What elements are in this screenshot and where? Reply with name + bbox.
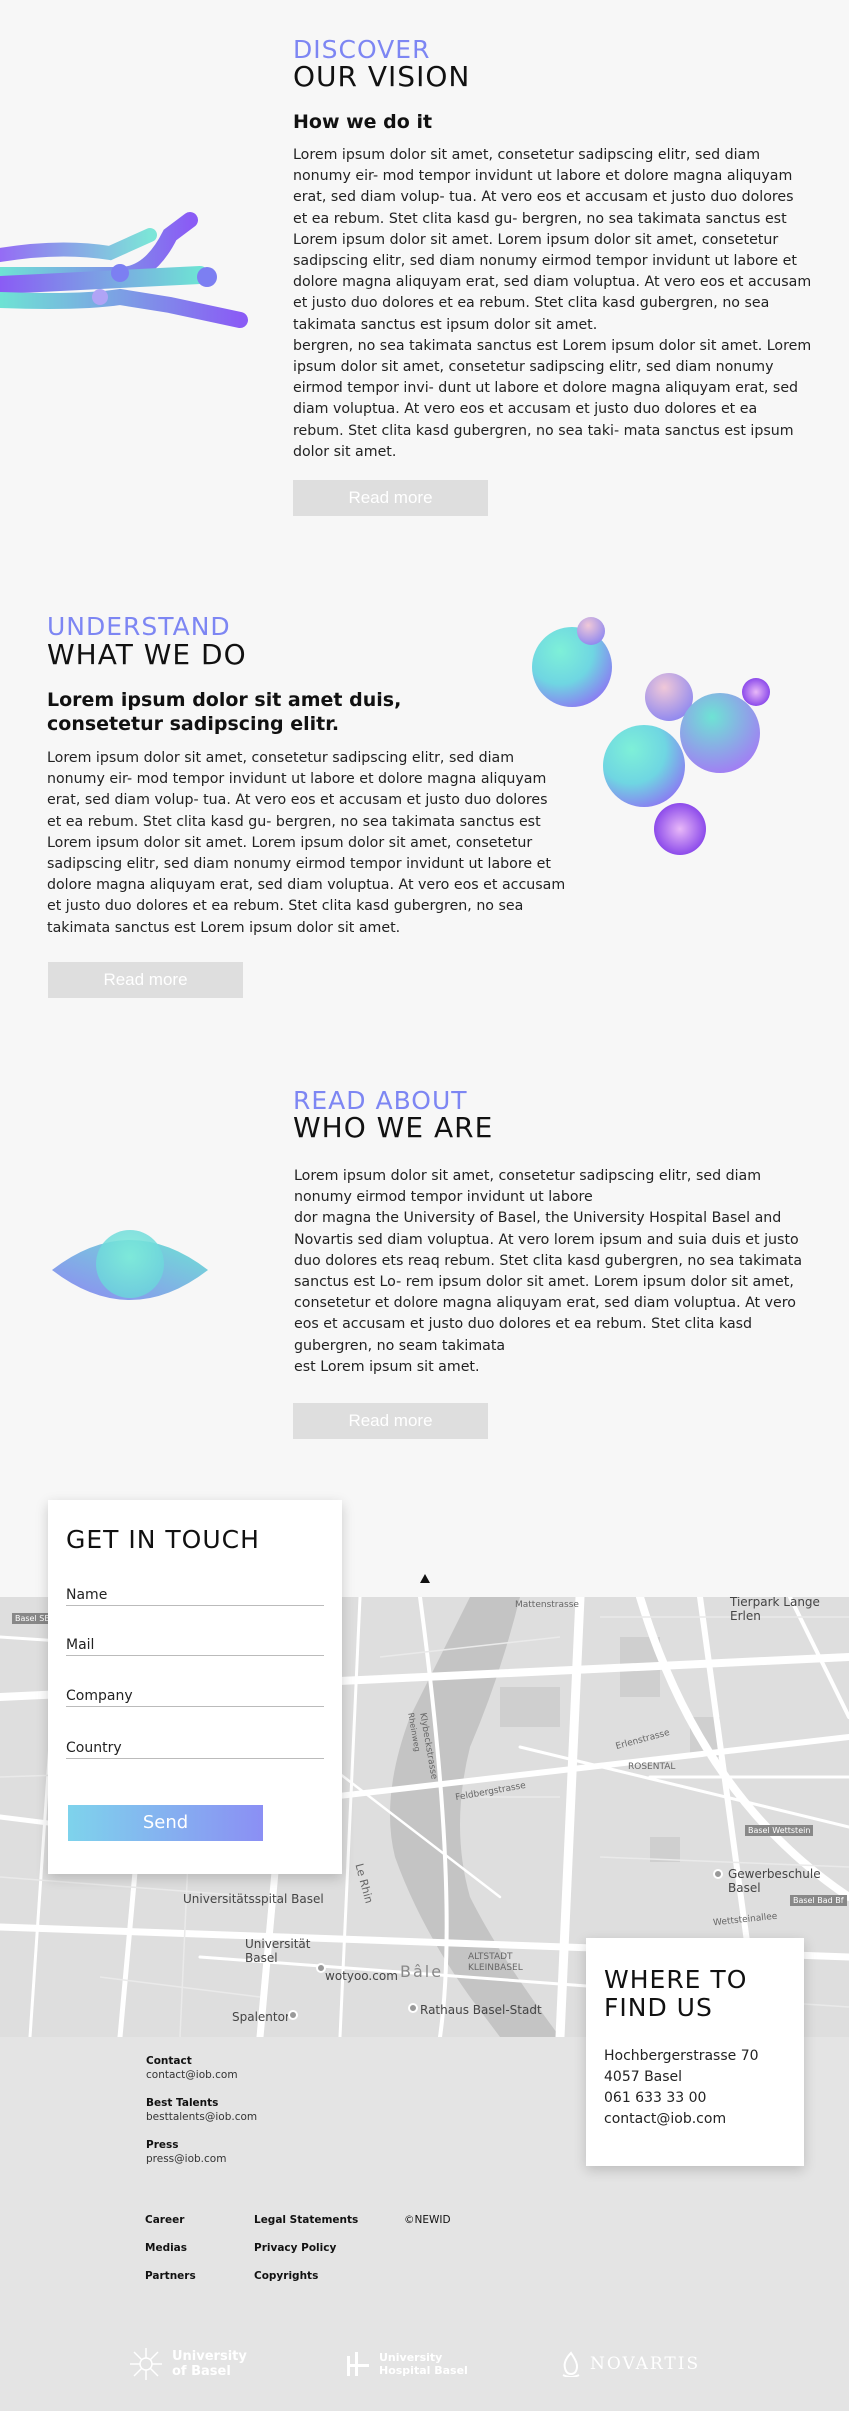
vision-title: OUR VISION bbox=[293, 60, 471, 93]
contact-form-card: GET IN TOUCH Name Mail Company Country S… bbox=[48, 1500, 342, 1874]
university-hospital-logo[interactable]: University Hospital Basel bbox=[345, 2347, 505, 2381]
address-email[interactable]: contact@iob.com bbox=[604, 2111, 726, 2127]
footer-press-email[interactable]: press@iob.com bbox=[146, 2153, 226, 2165]
novartis-logo-text: NOVARTIS bbox=[590, 2354, 701, 2374]
footer-talents-email[interactable]: besttalents@iob.com bbox=[146, 2111, 257, 2123]
map-label-spalentor: Spalentor bbox=[232, 2010, 290, 2024]
footer-link-privacy[interactable]: Privacy Policy bbox=[254, 2242, 336, 2254]
country-field[interactable]: Country bbox=[66, 1740, 324, 1759]
map-label-tierpark: Tierpark Lange Erlen bbox=[730, 1597, 820, 1623]
footer-link-legal[interactable]: Legal Statements bbox=[254, 2214, 358, 2226]
address-street: Hochbergerstrasse 70 bbox=[604, 2048, 759, 2064]
map-label-unispital: Universitätsspital Basel bbox=[183, 1892, 324, 1906]
vision-body: Lorem ipsum dolor sit amet, consetetur s… bbox=[293, 147, 812, 460]
map-label-rosental: ROSENTAL bbox=[628, 1762, 676, 1772]
vision-read-more-button[interactable]: Read more bbox=[293, 480, 488, 516]
map-label-wettstein: Basel Wettstein bbox=[745, 1825, 814, 1836]
where-to-find-card: WHERE TO FIND US Hochbergerstrasse 70 40… bbox=[586, 1938, 804, 2166]
footer-press-label: Press bbox=[146, 2139, 179, 2151]
university-hospital-logo-text: University Hospital Basel bbox=[379, 2351, 468, 2377]
understand-body: Lorem ipsum dolor sit amet, consetetur s… bbox=[47, 750, 566, 936]
map-label-rathaus: Rathaus Basel-Stadt bbox=[420, 2003, 542, 2017]
map-label-gewerbeschule: Gewerbeschule Basel bbox=[728, 1867, 821, 1895]
about-read-more-button[interactable]: Read more bbox=[293, 1403, 488, 1439]
understand-read-more-button[interactable]: Read more bbox=[48, 962, 243, 998]
map-label-badbf: Basel Bad Bf bbox=[790, 1895, 847, 1906]
map-pin-icon[interactable] bbox=[713, 1869, 723, 1879]
mail-field[interactable]: Mail bbox=[66, 1637, 324, 1656]
bubbles-illustration bbox=[520, 605, 790, 865]
send-button[interactable]: Send bbox=[68, 1805, 263, 1841]
footer-talents-label: Best Talents bbox=[146, 2097, 219, 2109]
footer-copyright: ©NEWID bbox=[404, 2214, 451, 2226]
sunburst-icon bbox=[130, 2348, 162, 2380]
vision-subtitle: How we do it bbox=[293, 111, 433, 133]
contact-form-title: GET IN TOUCH bbox=[66, 1525, 260, 1554]
map-pointer-icon bbox=[420, 1574, 430, 1583]
map-label-wotyoo: wotyoo.com bbox=[325, 1969, 398, 1983]
address-phone[interactable]: 061 633 33 00 bbox=[604, 2090, 706, 2106]
address-city: 4057 Basel bbox=[604, 2069, 683, 2085]
footer-contact-email[interactable]: contact@iob.com bbox=[146, 2069, 238, 2081]
name-field[interactable]: Name bbox=[66, 1587, 324, 1606]
understand-eyebrow: UNDERSTAND bbox=[47, 612, 231, 641]
vision-illustration bbox=[0, 205, 260, 345]
understand-title: WHAT WE DO bbox=[47, 638, 247, 671]
map-label-bale: Bâle bbox=[400, 1962, 444, 1981]
map-label-matten: Mattenstrasse bbox=[515, 1600, 579, 1610]
where-to-find-title: WHERE TO FIND US bbox=[604, 1965, 748, 2022]
map-label-altstadt: ALTSTADT KLEINBASEL bbox=[468, 1952, 523, 1973]
map-label-universitat: Universität Basel bbox=[245, 1937, 311, 1965]
company-field[interactable]: Company bbox=[66, 1688, 324, 1707]
map-pin-icon[interactable] bbox=[288, 2010, 298, 2020]
footer-link-partners[interactable]: Partners bbox=[145, 2270, 196, 2282]
eye-illustration bbox=[50, 1230, 210, 1310]
map-pin-icon[interactable] bbox=[316, 1963, 326, 1973]
novartis-logo[interactable]: NOVARTIS bbox=[560, 2347, 710, 2381]
about-body: Lorem ipsum dolor sit amet, consetetur s… bbox=[294, 1168, 803, 1375]
footer-link-career[interactable]: Career bbox=[145, 2214, 184, 2226]
flame-icon bbox=[562, 2351, 580, 2377]
university-basel-logo-text: University of Basel bbox=[172, 2349, 247, 2379]
about-title: WHO WE ARE bbox=[293, 1111, 494, 1144]
footer-link-copyrights[interactable]: Copyrights bbox=[254, 2270, 318, 2282]
understand-subtitle: Lorem ipsum dolor sit amet duis, consete… bbox=[47, 689, 402, 735]
footer-link-medias[interactable]: Medias bbox=[145, 2242, 187, 2254]
footer-contact-label: Contact bbox=[146, 2055, 192, 2067]
university-basel-logo[interactable]: University of Basel bbox=[128, 2344, 258, 2384]
hospital-cross-icon bbox=[347, 2352, 369, 2376]
map-pin-icon[interactable] bbox=[408, 2003, 418, 2013]
